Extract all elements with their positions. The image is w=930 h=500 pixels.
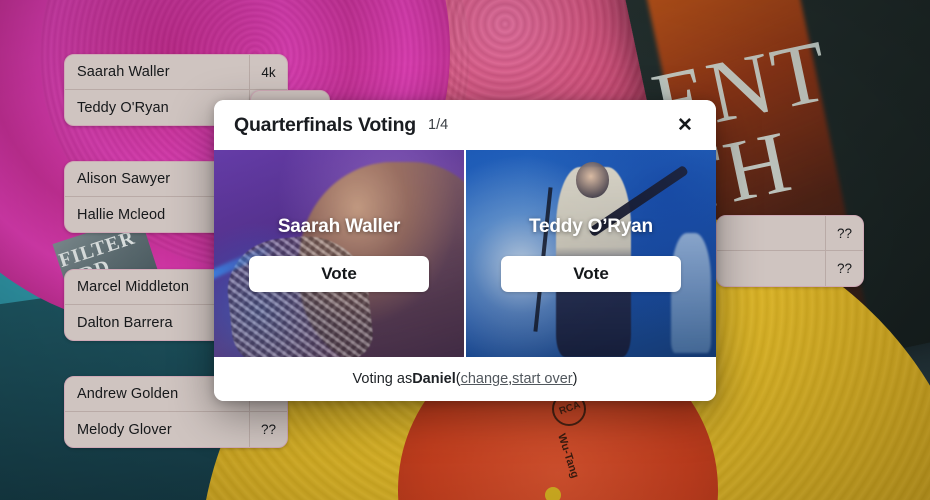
footer-close-paren: ) — [572, 371, 578, 387]
candidate-card-left[interactable]: Saarah Waller Vote — [214, 150, 464, 357]
vote-button-right[interactable]: Vote — [501, 255, 681, 292]
candidate-name: Teddy O’Ryan — [529, 215, 653, 237]
modal-body: Saarah Waller Vote Teddy O’Ryan Vote — [214, 150, 716, 357]
bracket-player-name: Melody Glover — [77, 421, 172, 438]
bracket-pair-final[interactable]: ?? ?? — [716, 215, 864, 287]
candidate-name: Saarah Waller — [277, 215, 401, 237]
voting-modal: Quarterfinals Voting 1/4 ✕ Saarah Waller… — [214, 100, 716, 401]
candidate-photo-overlay — [466, 150, 716, 357]
voting-as-prefix: Voting as — [352, 371, 413, 387]
candidate-photo-overlay — [214, 150, 464, 357]
bracket-score: 4k — [249, 55, 287, 89]
start-over-link[interactable]: start over — [512, 371, 572, 387]
page-title: Quarterfinals Voting — [234, 113, 416, 136]
bracket-score: ?? — [825, 251, 863, 286]
change-user-link[interactable]: change — [461, 371, 509, 387]
voting-as-user: Daniel — [412, 371, 456, 387]
modal-header: Quarterfinals Voting 1/4 ✕ — [214, 100, 716, 150]
table-row[interactable]: Saarah Waller 4k — [65, 55, 287, 90]
close-icon[interactable]: ✕ — [672, 112, 698, 138]
table-row[interactable]: Melody Glover ?? — [65, 412, 287, 447]
bracket-score: ?? — [249, 412, 287, 447]
vote-button-left[interactable]: Vote — [249, 255, 429, 292]
table-row[interactable]: ?? — [717, 216, 863, 251]
step-counter: 1/4 — [428, 117, 449, 133]
app-screen: ENT TH Wu-Tang RCA FILTER ADD Saarah Wal… — [0, 0, 930, 500]
candidate-card-right[interactable]: Teddy O’Ryan Vote — [464, 150, 716, 357]
bracket-score: ?? — [825, 216, 863, 250]
bracket-player-name: Saarah Waller — [77, 64, 170, 80]
table-row[interactable]: ?? — [717, 251, 863, 286]
modal-footer: Voting as Daniel (change , start over) — [214, 357, 716, 401]
